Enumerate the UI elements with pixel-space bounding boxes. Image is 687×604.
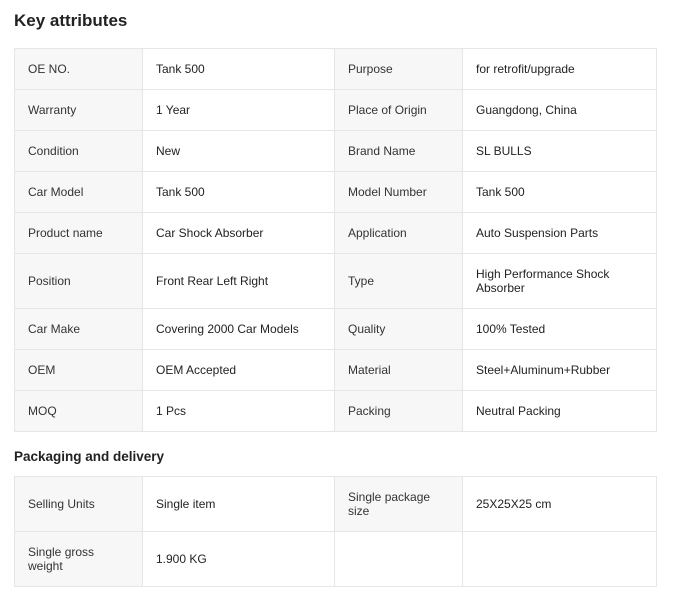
attribute-row: Car Make Covering 2000 Car Models Qualit… <box>14 308 657 350</box>
attribute-row: OEM OEM Accepted Material Steel+Aluminum… <box>14 349 657 391</box>
attribute-value-application: Auto Suspension Parts <box>462 212 657 254</box>
attribute-label-packing: Packing <box>334 390 463 432</box>
attribute-row: Position Front Rear Left Right Type High… <box>14 253 657 309</box>
attribute-value-quality: 100% Tested <box>462 308 657 350</box>
attribute-row: Condition New Brand Name SL BULLS <box>14 130 657 172</box>
attribute-value-model-number: Tank 500 <box>462 171 657 213</box>
attribute-label-quality: Quality <box>334 308 463 350</box>
attribute-label-moq: MOQ <box>14 390 143 432</box>
attribute-label-oem: OEM <box>14 349 143 391</box>
attribute-row: OE NO. Tank 500 Purpose for retrofit/upg… <box>14 48 657 90</box>
attribute-value-selling-units: Single item <box>142 476 335 532</box>
attribute-value-oe-no: Tank 500 <box>142 48 335 90</box>
packaging-table: Selling Units Single item Single package… <box>14 476 657 587</box>
attribute-value-purpose: for retrofit/upgrade <box>462 48 657 90</box>
attribute-value-place-of-origin: Guangdong, China <box>462 89 657 131</box>
attribute-value-single-package-size: 25X25X25 cm <box>462 476 657 532</box>
attribute-value-material: Steel+Aluminum+Rubber <box>462 349 657 391</box>
empty-cell <box>462 531 657 587</box>
attribute-label-type: Type <box>334 253 463 309</box>
attribute-value-car-make: Covering 2000 Car Models <box>142 308 335 350</box>
attribute-value-position: Front Rear Left Right <box>142 253 335 309</box>
attribute-value-product-name: Car Shock Absorber <box>142 212 335 254</box>
attribute-label-position: Position <box>14 253 143 309</box>
attribute-row: Car Model Tank 500 Model Number Tank 500 <box>14 171 657 213</box>
attribute-label-oe-no: OE NO. <box>14 48 143 90</box>
attribute-row: Warranty 1 Year Place of Origin Guangdon… <box>14 89 657 131</box>
attribute-label-place-of-origin: Place of Origin <box>334 89 463 131</box>
attribute-value-oem: OEM Accepted <box>142 349 335 391</box>
attribute-value-brand-name: SL BULLS <box>462 130 657 172</box>
attribute-label-brand-name: Brand Name <box>334 130 463 172</box>
attribute-label-car-model: Car Model <box>14 171 143 213</box>
attribute-value-type: High Performance Shock Absorber <box>462 253 657 309</box>
attribute-label-selling-units: Selling Units <box>14 476 143 532</box>
attribute-value-moq: 1 Pcs <box>142 390 335 432</box>
key-attributes-table: OE NO. Tank 500 Purpose for retrofit/upg… <box>14 48 657 432</box>
attribute-value-packing: Neutral Packing <box>462 390 657 432</box>
attribute-label-product-name: Product name <box>14 212 143 254</box>
attribute-label-condition: Condition <box>14 130 143 172</box>
attribute-row: Selling Units Single item Single package… <box>14 476 657 532</box>
attribute-label-car-make: Car Make <box>14 308 143 350</box>
attribute-label-single-gross-weight: Single gross weight <box>14 531 143 587</box>
attribute-value-condition: New <box>142 130 335 172</box>
attribute-row: MOQ 1 Pcs Packing Neutral Packing <box>14 390 657 432</box>
attribute-label-single-package-size: Single package size <box>334 476 463 532</box>
attribute-value-single-gross-weight: 1.900 KG <box>142 531 335 587</box>
attribute-value-car-model: Tank 500 <box>142 171 335 213</box>
attribute-label-warranty: Warranty <box>14 89 143 131</box>
attribute-value-warranty: 1 Year <box>142 89 335 131</box>
empty-cell <box>334 531 463 587</box>
attribute-label-application: Application <box>334 212 463 254</box>
attribute-row: Single gross weight 1.900 KG <box>14 531 657 587</box>
attribute-label-purpose: Purpose <box>334 48 463 90</box>
attribute-label-model-number: Model Number <box>334 171 463 213</box>
key-attributes-title: Key attributes <box>14 11 128 30</box>
attribute-row: Product name Car Shock Absorber Applicat… <box>14 212 657 254</box>
packaging-title: Packaging and delivery <box>14 449 165 464</box>
attribute-label-material: Material <box>334 349 463 391</box>
